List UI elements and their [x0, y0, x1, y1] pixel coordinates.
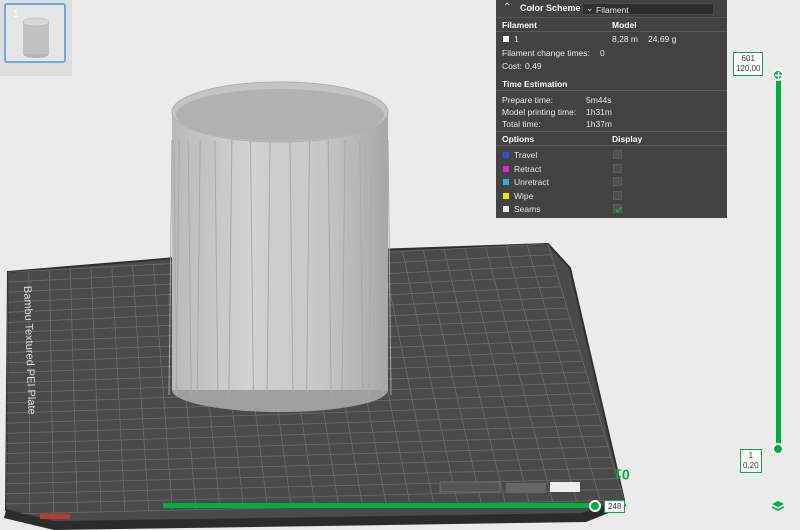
- prepare-time-value: 5m44s: [586, 95, 612, 105]
- panel-header: ⌃ Color Scheme ⌄ Filament: [496, 0, 727, 18]
- filament-color-swatch: [503, 36, 509, 42]
- option-label: Unretract: [514, 177, 549, 188]
- model-printing-time-label: Model printing time:: [502, 107, 577, 117]
- option-display-checkbox[interactable]: [613, 163, 622, 173]
- top-layer-height: 120,00: [736, 64, 761, 73]
- option-display-checkbox[interactable]: [613, 204, 622, 214]
- object-list: 1: [0, 0, 72, 76]
- layer-bottom-label: 1 0,20: [740, 449, 762, 473]
- color-scheme-value: Filament: [596, 5, 629, 15]
- object-thumbnail[interactable]: 1: [4, 3, 66, 63]
- total-time-label: Total time:: [502, 119, 541, 129]
- options-column-header: Options: [502, 134, 535, 144]
- change-times-label: Filament change times:: [502, 48, 590, 58]
- option-label: Seams: [514, 204, 541, 215]
- model-printing-time-value: 1h31m: [586, 107, 612, 117]
- cost-value: 0,49: [525, 61, 542, 71]
- filament-weight: 24,69 g: [648, 34, 677, 44]
- option-color-swatch: [503, 152, 509, 158]
- option-display-checkbox[interactable]: [613, 150, 622, 159]
- layer-top-label: 601 120,00: [733, 52, 764, 76]
- option-display-checkbox[interactable]: [613, 177, 622, 187]
- plus-icon: [775, 72, 782, 79]
- layer-bottom-handle[interactable]: [772, 443, 784, 455]
- time-estimation-header: Time Estimation: [502, 79, 568, 89]
- plate-edge-marker: [40, 514, 70, 519]
- option-color-swatch: [503, 165, 509, 172]
- filament-length: 8,28 m: [612, 34, 638, 44]
- chevron-down-icon: ⌄: [586, 3, 594, 13]
- plate-number: 01: [613, 466, 630, 483]
- check-icon: [615, 206, 622, 213]
- option-color-swatch: [503, 179, 509, 186]
- layer-range-slider[interactable]: [776, 74, 781, 450]
- option-color-swatch: [503, 206, 509, 213]
- plate-badge: [439, 481, 580, 493]
- collapse-chevron-icon[interactable]: ⌃: [503, 2, 511, 13]
- cost-label: Cost:: [502, 61, 522, 71]
- model-cylinder[interactable]: [168, 81, 392, 412]
- move-slider[interactable]: [163, 503, 597, 508]
- option-label: Retract: [514, 163, 542, 174]
- legend-panel: ⌃ Color Scheme ⌄ Filament Filament Model…: [496, 0, 727, 218]
- prepare-time-label: Prepare time:: [502, 95, 554, 105]
- model-column-header: Model: [612, 20, 637, 30]
- change-times-value: 0: [600, 48, 605, 58]
- bottom-layer-number: 1: [748, 451, 754, 460]
- move-slider-value: 248: [604, 500, 626, 513]
- filament-column-header: Filament: [502, 20, 537, 30]
- layers-icon[interactable]: [771, 499, 785, 513]
- bottom-layer-height: 0,20: [743, 461, 759, 470]
- option-color-swatch: [503, 192, 509, 199]
- color-scheme-select[interactable]: ⌄ Filament: [582, 3, 714, 15]
- total-time-value: 1h37m: [586, 119, 612, 129]
- color-scheme-label: Color Scheme: [520, 3, 581, 13]
- option-label: Wipe: [514, 190, 534, 201]
- move-slider-handle[interactable]: [589, 500, 601, 512]
- option-label: Travel: [514, 150, 538, 160]
- display-column-header: Display: [612, 134, 643, 144]
- top-layer-number: 601: [741, 54, 755, 63]
- filament-id: 1: [514, 34, 519, 44]
- option-display-checkbox[interactable]: [613, 190, 622, 200]
- cylinder-thumbnail-icon: [22, 17, 50, 58]
